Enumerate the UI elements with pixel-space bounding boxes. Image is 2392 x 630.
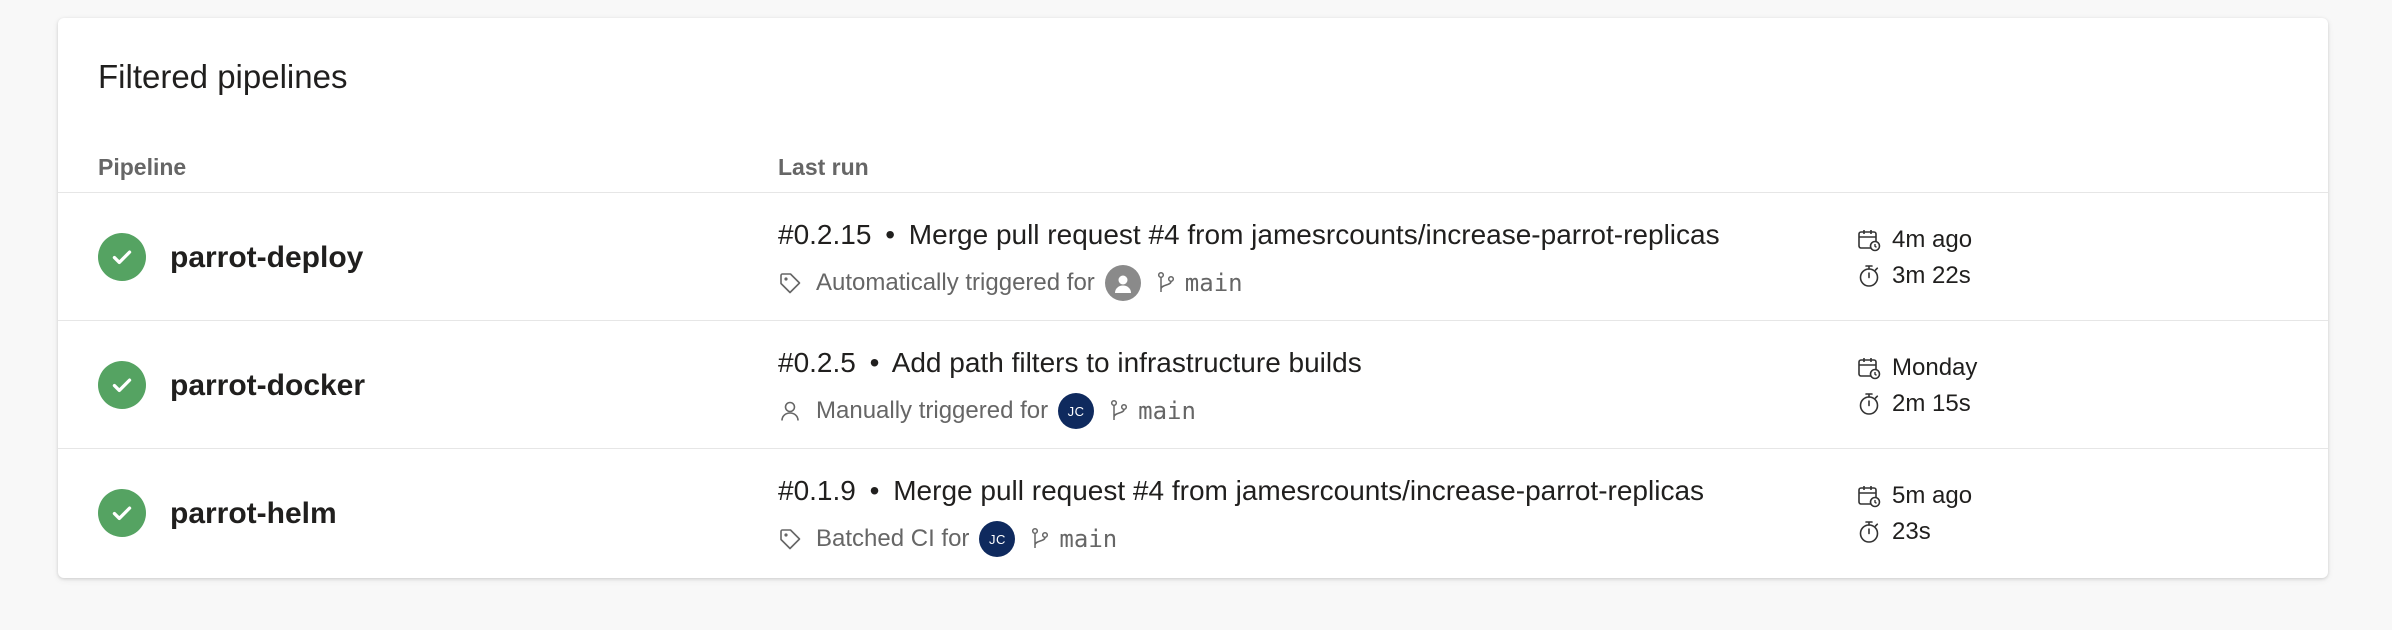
branch-name: main bbox=[1138, 397, 1196, 425]
run-number: #0.2.15 bbox=[778, 219, 872, 250]
run-trigger-info: Automatically triggered for main bbox=[778, 265, 1243, 301]
run-title[interactable]: #0.2.15 • Merge pull request #4 from jam… bbox=[778, 221, 1720, 249]
stopwatch-icon bbox=[1856, 391, 1882, 417]
calendar-clock-icon bbox=[1856, 227, 1882, 253]
run-trigger-info: Manually triggered for JC main bbox=[778, 393, 1196, 429]
column-header-last-run: Last run bbox=[778, 154, 869, 180]
avatar-initials[interactable]: JC bbox=[1058, 393, 1095, 429]
filtered-pipelines-card: Filtered pipelines Pipeline Last run par… bbox=[58, 18, 2328, 578]
run-date-text: 4m ago bbox=[1892, 226, 1973, 253]
column-header-pipeline: Pipeline bbox=[98, 154, 187, 180]
pipeline-name[interactable]: parrot-helm bbox=[170, 499, 337, 529]
run-date: 4m ago bbox=[1856, 227, 1972, 253]
pipeline-name[interactable]: parrot-deploy bbox=[170, 243, 363, 273]
trigger-reason: Automatically triggered for bbox=[816, 269, 1095, 296]
pipeline-row-parrot-helm[interactable]: parrot-helm #0.1.9 • Merge pull request … bbox=[58, 449, 2328, 577]
success-status-icon bbox=[98, 233, 146, 281]
run-duration: 2m 15s bbox=[1856, 391, 1971, 417]
success-status-icon bbox=[98, 489, 146, 537]
run-date-text: Monday bbox=[1892, 354, 1978, 381]
card-title: Filtered pipelines bbox=[98, 58, 348, 95]
run-title[interactable]: #0.2.5 • Add path filters to infrastruct… bbox=[778, 349, 1362, 377]
pipeline-row-parrot-deploy[interactable]: parrot-deploy #0.2.15 • Merge pull reque… bbox=[58, 193, 2328, 321]
branch-icon bbox=[1029, 527, 1051, 551]
calendar-clock-icon bbox=[1856, 483, 1882, 509]
run-separator: • bbox=[885, 219, 896, 250]
run-trigger-info: Batched CI for JC main bbox=[778, 521, 1117, 557]
commit-message: Merge pull request #4 from jamesrcounts/… bbox=[893, 475, 1705, 506]
trigger-reason: Batched CI for bbox=[816, 525, 970, 552]
run-date: 5m ago bbox=[1856, 483, 1972, 509]
tag-icon bbox=[778, 271, 802, 295]
run-duration: 23s bbox=[1856, 519, 1931, 545]
trigger-reason: Manually triggered for bbox=[816, 397, 1049, 424]
avatar-icon[interactable] bbox=[1104, 265, 1141, 301]
run-title[interactable]: #0.1.9 • Merge pull request #4 from jame… bbox=[778, 477, 1704, 505]
success-status-icon bbox=[98, 361, 146, 409]
run-date: Monday bbox=[1856, 355, 1977, 381]
calendar-clock-icon bbox=[1856, 355, 1882, 381]
branch-icon bbox=[1155, 271, 1177, 295]
run-duration-text: 2m 15s bbox=[1892, 390, 1971, 417]
pipeline-name[interactable]: parrot-docker bbox=[170, 371, 365, 401]
stopwatch-icon bbox=[1856, 519, 1882, 545]
branch-name: main bbox=[1184, 269, 1243, 297]
branch-icon bbox=[1108, 399, 1130, 423]
run-number: #0.1.9 bbox=[778, 475, 856, 506]
commit-message: Add path filters to infrastructure build… bbox=[891, 347, 1362, 378]
run-separator: • bbox=[869, 475, 880, 506]
avatar-initials[interactable]: JC bbox=[979, 521, 1016, 557]
tag-icon bbox=[778, 527, 802, 551]
pipeline-row-parrot-docker[interactable]: parrot-docker #0.2.5 • Add path filters … bbox=[58, 321, 2328, 449]
run-date-text: 5m ago bbox=[1892, 482, 1973, 509]
run-number: #0.2.5 bbox=[778, 347, 856, 378]
run-duration-text: 23s bbox=[1892, 518, 1931, 545]
stopwatch-icon bbox=[1856, 263, 1882, 289]
commit-message: Merge pull request #4 from jamesrcounts/… bbox=[908, 219, 1720, 250]
branch-name: main bbox=[1059, 525, 1118, 553]
run-separator: • bbox=[869, 347, 880, 378]
run-duration-text: 3m 22s bbox=[1892, 262, 1971, 289]
run-duration: 3m 22s bbox=[1856, 263, 1971, 289]
person-icon bbox=[778, 399, 802, 423]
